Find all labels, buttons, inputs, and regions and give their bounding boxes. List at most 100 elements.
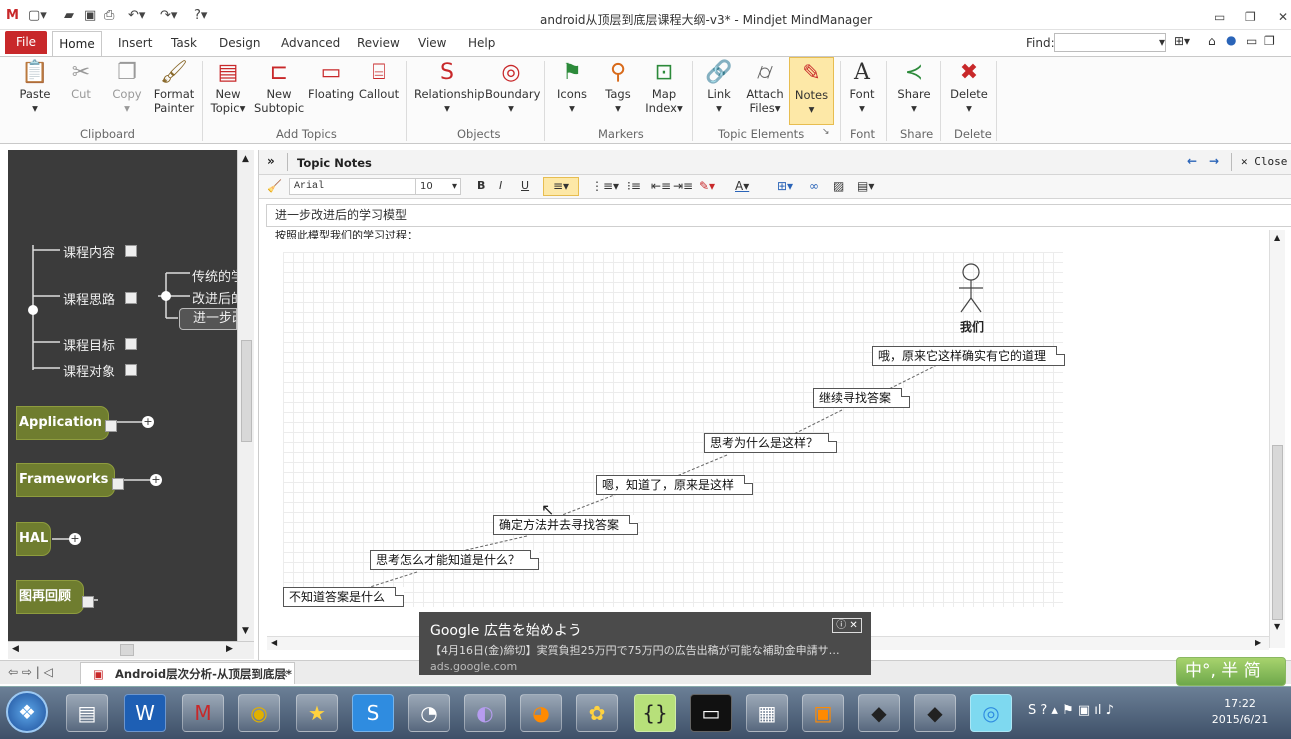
tab-home[interactable]: Home	[52, 31, 102, 56]
office-app-icon[interactable]: ▣	[802, 694, 844, 732]
chart-app-icon[interactable]: ▦	[746, 694, 788, 732]
tab-nav-arrows-icon[interactable]: ⇦ ⇨ | ◁	[8, 665, 53, 679]
clock[interactable]: 17:22 2015/6/21	[1200, 696, 1280, 728]
tab-task[interactable]: Task	[171, 36, 197, 50]
expand-icon[interactable]: +	[69, 533, 81, 545]
italic-icon[interactable]: I	[499, 179, 502, 192]
branch-course-content[interactable]: 课程内容	[63, 242, 115, 261]
redo-icon[interactable]: ↷▾	[160, 8, 177, 23]
help-icon[interactable]: ●	[1226, 33, 1236, 47]
new-doc-icon[interactable]: ▢▾	[28, 8, 47, 23]
scroll-up-icon[interactable]: ▲	[1274, 233, 1280, 242]
map-vertical-scrollbar[interactable]: ▲ ▼	[237, 150, 254, 641]
notes-vertical-scrollbar[interactable]: ▲ ▼	[1269, 230, 1285, 648]
tab-file[interactable]: File	[5, 31, 47, 54]
ime-language-bar[interactable]: 中°, 半 简	[1176, 657, 1286, 686]
clear-format-icon[interactable]: 🧹	[267, 179, 282, 193]
new-topic-button[interactable]: ▤ New Topic▾	[208, 57, 248, 129]
mind-map-canvas[interactable]: 课程内容 课程思路 课程目标 课程对象 传统的学 改进后的 进一步改 Appli…	[8, 150, 237, 641]
topic-hal[interactable]: HAL	[16, 522, 51, 556]
hyperlink-icon[interactable]: ∞	[809, 179, 819, 193]
topic-frameworks[interactable]: Frameworks	[16, 463, 115, 497]
map-index-button[interactable]: ⊡ Map Index▾	[643, 57, 685, 129]
terminal-icon[interactable]: ▭	[690, 694, 732, 732]
system-tray[interactable]: S ? ▴ ⚑ ▣ ıl ♪	[1028, 703, 1114, 718]
bold-icon[interactable]: B	[477, 179, 485, 192]
scroll-right-icon[interactable]: ▶	[1255, 638, 1261, 647]
numbered-list-icon[interactable]: ⋮≡▾	[591, 179, 619, 193]
print-icon[interactable]: ⎙	[104, 8, 114, 23]
help-qa-icon[interactable]: ?▾	[194, 8, 207, 23]
subbranch-improved[interactable]: 改进后的	[192, 288, 237, 307]
scroll-right-icon[interactable]: ▶	[226, 644, 233, 654]
cut-button[interactable]: ✂ Cut	[64, 57, 98, 129]
paint-icon[interactable]: ✿	[576, 694, 618, 732]
align-left-icon[interactable]: ≡▾	[543, 177, 579, 196]
notes-button[interactable]: ✎ Notes ▾	[789, 57, 834, 125]
undo-icon[interactable]: ↶▾	[128, 8, 145, 23]
star-app-icon[interactable]: ★	[296, 694, 338, 732]
highlight-icon[interactable]: ✎▾	[699, 179, 715, 193]
copy-button[interactable]: ❐ Copy ▾	[109, 57, 145, 129]
tab-view[interactable]: View	[418, 36, 446, 50]
floating-topic-button[interactable]: ▭ Floating	[308, 57, 354, 129]
restore-icon[interactable]: ❐	[1245, 10, 1256, 24]
note-icon[interactable]	[125, 338, 137, 350]
delete-button[interactable]: ✖ Delete ▾	[948, 57, 990, 129]
eclipse-icon[interactable]: ◐	[464, 694, 506, 732]
file-explorer-icon[interactable]: ▤	[66, 694, 108, 732]
outdent-icon[interactable]: ⇤≡	[651, 179, 671, 193]
ad-banner[interactable]: Google 広告を始めよう 【4月16日(金)締切】実質負担25万円で75万円…	[419, 612, 871, 675]
underline-icon[interactable]: U	[521, 179, 529, 192]
note-icon[interactable]	[125, 245, 137, 257]
word-icon[interactable]: W	[124, 694, 166, 732]
branch-course-audience[interactable]: 课程对象	[63, 361, 115, 380]
bullet-list-icon[interactable]: ⁝≡	[627, 179, 641, 193]
json-app-icon[interactable]: {}	[634, 694, 676, 732]
doc-minimize-icon[interactable]: ▭	[1246, 34, 1257, 48]
next-arrow-icon[interactable]: →	[1209, 154, 1219, 168]
scroll-left-icon[interactable]: ◀	[12, 644, 19, 654]
ad-url[interactable]: ads.google.com	[430, 660, 517, 673]
doc-restore-icon[interactable]: ❐	[1264, 34, 1275, 48]
font-button[interactable]: A Font ▾	[844, 57, 880, 129]
scroll-down-icon[interactable]: ▼	[1274, 622, 1280, 631]
branch-course-approach[interactable]: 课程思路	[63, 289, 115, 308]
scroll-left-icon[interactable]: ◀	[271, 638, 277, 647]
tab-review[interactable]: Review	[357, 36, 400, 50]
callout-button[interactable]: ⌸ Callout	[358, 57, 400, 129]
note-icon[interactable]	[82, 596, 94, 608]
scrollbar-thumb[interactable]	[1272, 445, 1283, 620]
note-icon[interactable]	[105, 420, 117, 432]
scroll-down-icon[interactable]: ▼	[242, 626, 249, 636]
font-color-icon[interactable]: A▾	[735, 179, 749, 193]
link-button[interactable]: 🔗 Link ▾	[700, 57, 738, 129]
collapse-panel-icon[interactable]: »	[267, 154, 275, 168]
tags-button[interactable]: ⚲ Tags ▾	[600, 57, 636, 129]
save-icon[interactable]: ▣	[84, 8, 96, 23]
attach-files-button[interactable]: ⌭ Attach Files▾	[744, 57, 786, 129]
note-icon[interactable]	[125, 364, 137, 376]
expand-icon[interactable]: +	[142, 416, 154, 428]
topic-application[interactable]: Application	[16, 406, 109, 440]
branch-course-goal[interactable]: 课程目标	[63, 335, 115, 354]
more-options-icon[interactable]: ▤▾	[857, 179, 874, 193]
relationship-button[interactable]: S Relationship ▾	[414, 57, 485, 129]
find-input[interactable]	[1054, 33, 1166, 52]
start-button[interactable]: ❖	[6, 691, 48, 733]
find-dropdown-icon[interactable]: ▾	[1159, 35, 1165, 49]
scrollbar-thumb[interactable]	[120, 644, 134, 656]
tab-design[interactable]: Design	[219, 36, 260, 50]
firefox-icon[interactable]: ◕	[520, 694, 562, 732]
subbranch-further-improved-selected[interactable]: 进一步改	[179, 308, 237, 330]
graduation-app-2-icon[interactable]: ◆	[914, 694, 956, 732]
close-window-icon[interactable]: ✕	[1278, 10, 1288, 24]
sogou-icon[interactable]: S	[352, 694, 394, 732]
paste-button[interactable]: 📋 Paste ▾	[16, 57, 54, 129]
network-app-icon[interactable]: ◔	[408, 694, 450, 732]
table-icon[interactable]: ⊞▾	[777, 179, 793, 193]
indent-icon[interactable]: ⇥≡	[673, 179, 693, 193]
previous-arrow-icon[interactable]: ←	[1187, 154, 1197, 168]
ad-title[interactable]: Google 広告を始めよう	[430, 620, 582, 640]
topic-review-diagram[interactable]: 图再回顾	[16, 580, 84, 614]
